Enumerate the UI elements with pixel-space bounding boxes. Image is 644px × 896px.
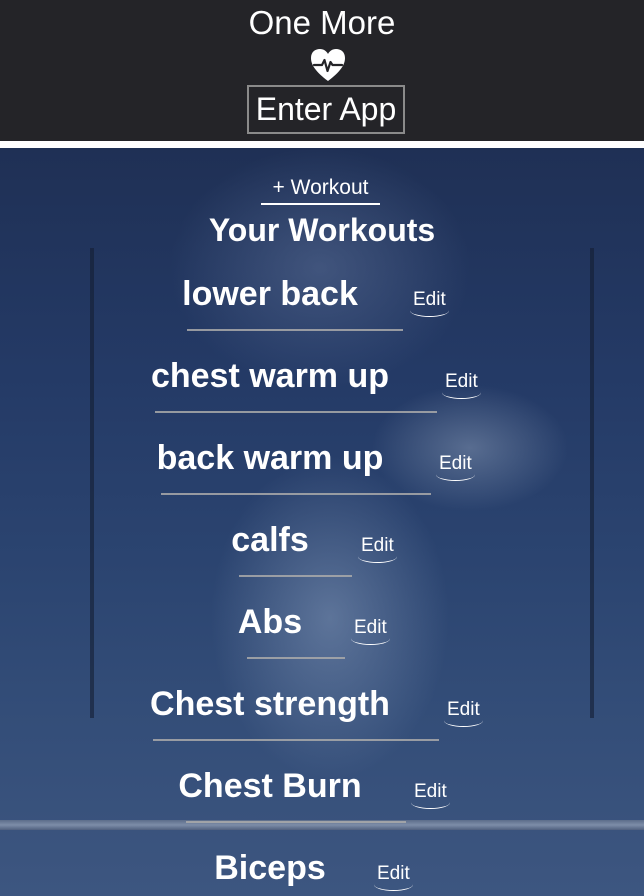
heart-pulse-icon — [311, 49, 345, 81]
edit-button[interactable]: Edit — [444, 699, 483, 727]
app-title: One More — [248, 4, 396, 41]
edit-button[interactable]: Edit — [442, 371, 481, 399]
workouts-panel: + Workout Your Workouts lower back Edit … — [0, 148, 644, 896]
section-title: Your Workouts — [208, 212, 436, 248]
workout-item: Biceps Edit — [0, 845, 644, 896]
workout-item: chest warm up Edit — [0, 353, 644, 423]
workout-item: Chest strength Edit — [0, 681, 644, 751]
workout-divider — [187, 329, 403, 331]
workout-item: lower back Edit — [0, 271, 644, 341]
edit-button[interactable]: Edit — [410, 289, 449, 317]
edit-button[interactable]: Edit — [351, 617, 390, 645]
edit-button[interactable]: Edit — [411, 781, 450, 809]
workout-item: calfs Edit — [0, 517, 644, 587]
workout-divider — [186, 821, 406, 823]
workout-divider — [247, 657, 345, 659]
workout-name[interactable]: chest warm up — [0, 353, 592, 399]
workout-item: back warm up Edit — [0, 435, 644, 505]
workout-item: Abs Edit — [0, 599, 644, 669]
workout-name[interactable]: lower back — [0, 271, 592, 317]
workout-divider — [155, 411, 437, 413]
edit-button[interactable]: Edit — [436, 453, 475, 481]
workout-divider — [239, 575, 352, 577]
workout-divider — [161, 493, 431, 495]
workout-divider — [153, 739, 439, 741]
add-workout-link[interactable]: + Workout — [261, 175, 380, 205]
edit-button[interactable]: Edit — [358, 535, 397, 563]
workout-name[interactable]: Abs — [0, 599, 592, 645]
workout-name[interactable]: Chest strength — [0, 681, 592, 727]
workout-name[interactable]: Biceps — [0, 845, 592, 891]
app-header: One More Enter App — [0, 0, 644, 141]
edit-button[interactable]: Edit — [374, 863, 413, 891]
workout-name[interactable]: back warm up — [0, 435, 592, 481]
workout-name[interactable]: Chest Burn — [0, 763, 592, 809]
enter-app-button[interactable]: Enter App — [247, 85, 405, 134]
workout-name[interactable]: calfs — [0, 517, 592, 563]
header-divider — [0, 141, 644, 148]
workout-item: Chest Burn Edit — [0, 763, 644, 833]
